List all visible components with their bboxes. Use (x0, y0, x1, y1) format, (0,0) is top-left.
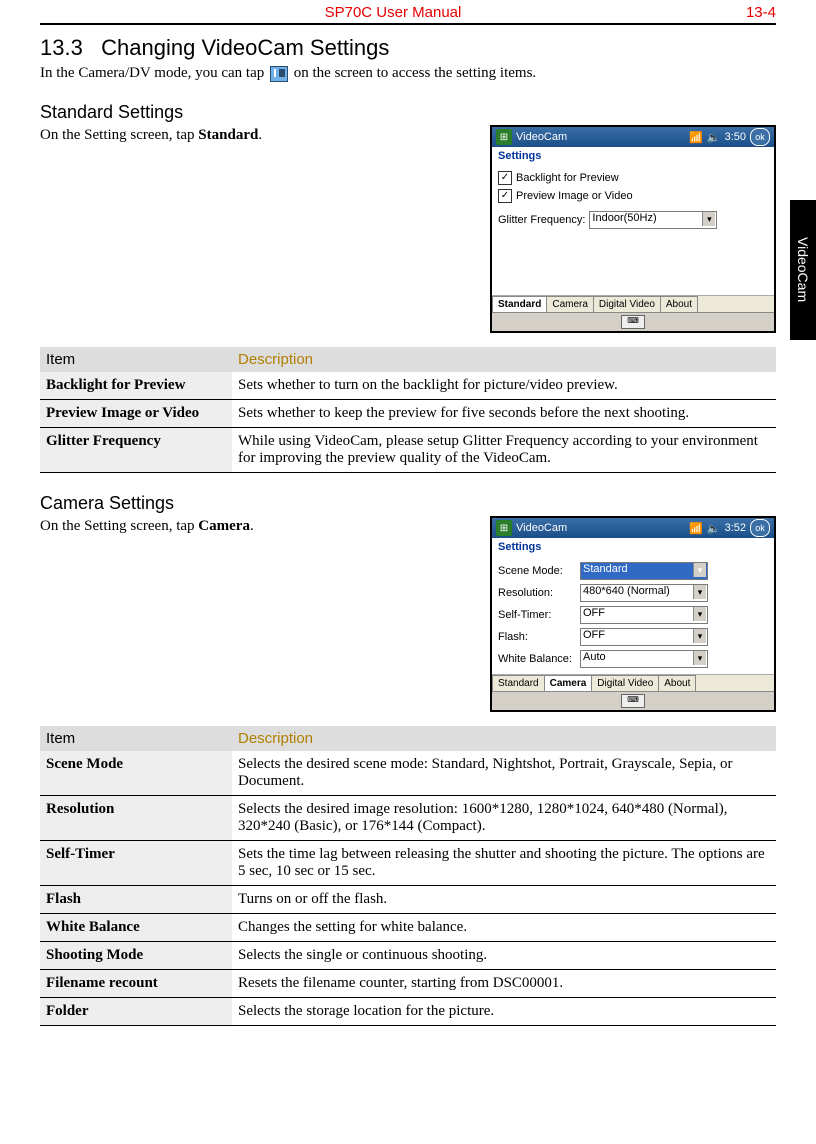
table-row: White Balance (40, 914, 232, 942)
settings-toolbar-icon (270, 66, 288, 82)
settings-tabs: Standard Camera Digital Video About (492, 674, 774, 691)
tab-about[interactable]: About (660, 296, 698, 312)
col-desc: Description (232, 347, 776, 372)
table-row: Folder (40, 998, 232, 1026)
checkbox-preview[interactable]: ✓ (498, 189, 512, 203)
tab-standard[interactable]: Standard (492, 675, 545, 691)
clock: 3:52 (725, 522, 746, 534)
checkbox-label: Preview Image or Video (516, 190, 633, 202)
table-row: Scene Mode (40, 751, 232, 796)
table-desc: Changes the setting for white balance. (232, 914, 776, 942)
screenshot-camera: ⊞ VideoCam 📶 🔈 3:52 ok Settings Scene Mo… (490, 516, 776, 712)
keyboard-icon[interactable]: ⌨ (621, 694, 645, 708)
settings-tabs: Standard Camera Digital Video About (492, 295, 774, 312)
self-timer-dropdown[interactable]: OFF (580, 606, 708, 624)
field-label: White Balance: (498, 653, 576, 665)
resolution-dropdown[interactable]: 480*640 (Normal) (580, 584, 708, 602)
table-row: Resolution (40, 796, 232, 841)
table-desc: Resets the filename counter, starting fr… (232, 970, 776, 998)
table-row: Glitter Frequency (40, 428, 232, 473)
tab-about[interactable]: About (658, 675, 696, 691)
section-number: 13.3 (40, 35, 83, 60)
table-desc: Selects the storage location for the pic… (232, 998, 776, 1026)
table-row: Backlight for Preview (40, 372, 232, 400)
scene-mode-dropdown[interactable]: Standard (580, 562, 708, 580)
field-label: Flash: (498, 631, 576, 643)
sip-bar: ⌨ (492, 312, 774, 331)
field-label: Resolution: (498, 587, 576, 599)
keyboard-icon[interactable]: ⌨ (621, 315, 645, 329)
panel-title: Settings (492, 147, 774, 165)
sip-bar: ⌨ (492, 691, 774, 710)
ok-button[interactable]: ok (750, 519, 770, 537)
window-title: VideoCam (516, 522, 567, 534)
start-icon[interactable]: ⊞ (496, 520, 512, 536)
checkbox-backlight[interactable]: ✓ (498, 171, 512, 185)
section-intro: In the Camera/DV mode, you can tap on th… (40, 65, 776, 82)
table-row: Filename recount (40, 970, 232, 998)
section-heading: 13.3 Changing VideoCam Settings (40, 35, 776, 61)
table-desc: Sets the time lag between releasing the … (232, 841, 776, 886)
table-desc: Sets whether to turn on the backlight fo… (232, 372, 776, 400)
table-desc: Selects the desired image resolution: 16… (232, 796, 776, 841)
standard-heading: Standard Settings (40, 102, 776, 123)
header-divider (40, 23, 776, 25)
window-titlebar: ⊞ VideoCam 📶 🔈 3:50 ok (492, 127, 774, 147)
glitter-label: Glitter Frequency: (498, 214, 585, 226)
tab-standard[interactable]: Standard (492, 296, 547, 312)
col-item: Item (40, 347, 232, 372)
field-label: Scene Mode: (498, 565, 576, 577)
col-item: Item (40, 726, 232, 751)
tab-camera[interactable]: Camera (544, 675, 593, 691)
screenshot-standard: ⊞ VideoCam 📶 🔈 3:50 ok Settings ✓ Backli… (490, 125, 776, 333)
camera-table: Item Description Scene ModeSelects the d… (40, 726, 776, 1026)
table-desc: While using VideoCam, please setup Glitt… (232, 428, 776, 473)
volume-icon: 🔈 (707, 522, 721, 535)
white-balance-dropdown[interactable]: Auto (580, 650, 708, 668)
field-label: Self-Timer: (498, 609, 576, 621)
standard-lead: On the Setting screen, tap Standard. (40, 127, 480, 144)
table-desc: Sets whether to keep the preview for fiv… (232, 400, 776, 428)
flash-dropdown[interactable]: OFF (580, 628, 708, 646)
table-desc: Selects the single or continuous shootin… (232, 942, 776, 970)
signal-icon: 📶 (689, 522, 703, 535)
page-number: 13-4 (746, 4, 776, 21)
window-title: VideoCam (516, 131, 567, 143)
table-row: Shooting Mode (40, 942, 232, 970)
tab-digital-video[interactable]: Digital Video (591, 675, 659, 691)
tab-camera[interactable]: Camera (546, 296, 594, 312)
glitter-dropdown[interactable]: Indoor(50Hz) (589, 211, 717, 229)
camera-lead: On the Setting screen, tap Camera. (40, 518, 480, 535)
camera-heading: Camera Settings (40, 493, 776, 514)
window-titlebar: ⊞ VideoCam 📶 🔈 3:52 ok (492, 518, 774, 538)
manual-title: SP70C User Manual (40, 4, 746, 21)
checkbox-label: Backlight for Preview (516, 172, 619, 184)
table-row: Preview Image or Video (40, 400, 232, 428)
ok-button[interactable]: ok (750, 128, 770, 146)
col-desc: Description (232, 726, 776, 751)
table-desc: Turns on or off the flash. (232, 886, 776, 914)
table-row: Self-Timer (40, 841, 232, 886)
standard-table: Item Description Backlight for PreviewSe… (40, 347, 776, 473)
table-row: Flash (40, 886, 232, 914)
clock: 3:50 (725, 131, 746, 143)
chapter-side-tab: VideoCam (790, 200, 816, 340)
section-title: Changing VideoCam Settings (101, 35, 389, 60)
signal-icon: 📶 (689, 131, 703, 144)
table-desc: Selects the desired scene mode: Standard… (232, 751, 776, 796)
volume-icon: 🔈 (707, 131, 721, 144)
start-icon[interactable]: ⊞ (496, 129, 512, 145)
panel-title: Settings (492, 538, 774, 556)
page-header: SP70C User Manual 13-4 (40, 0, 776, 23)
tab-digital-video[interactable]: Digital Video (593, 296, 661, 312)
